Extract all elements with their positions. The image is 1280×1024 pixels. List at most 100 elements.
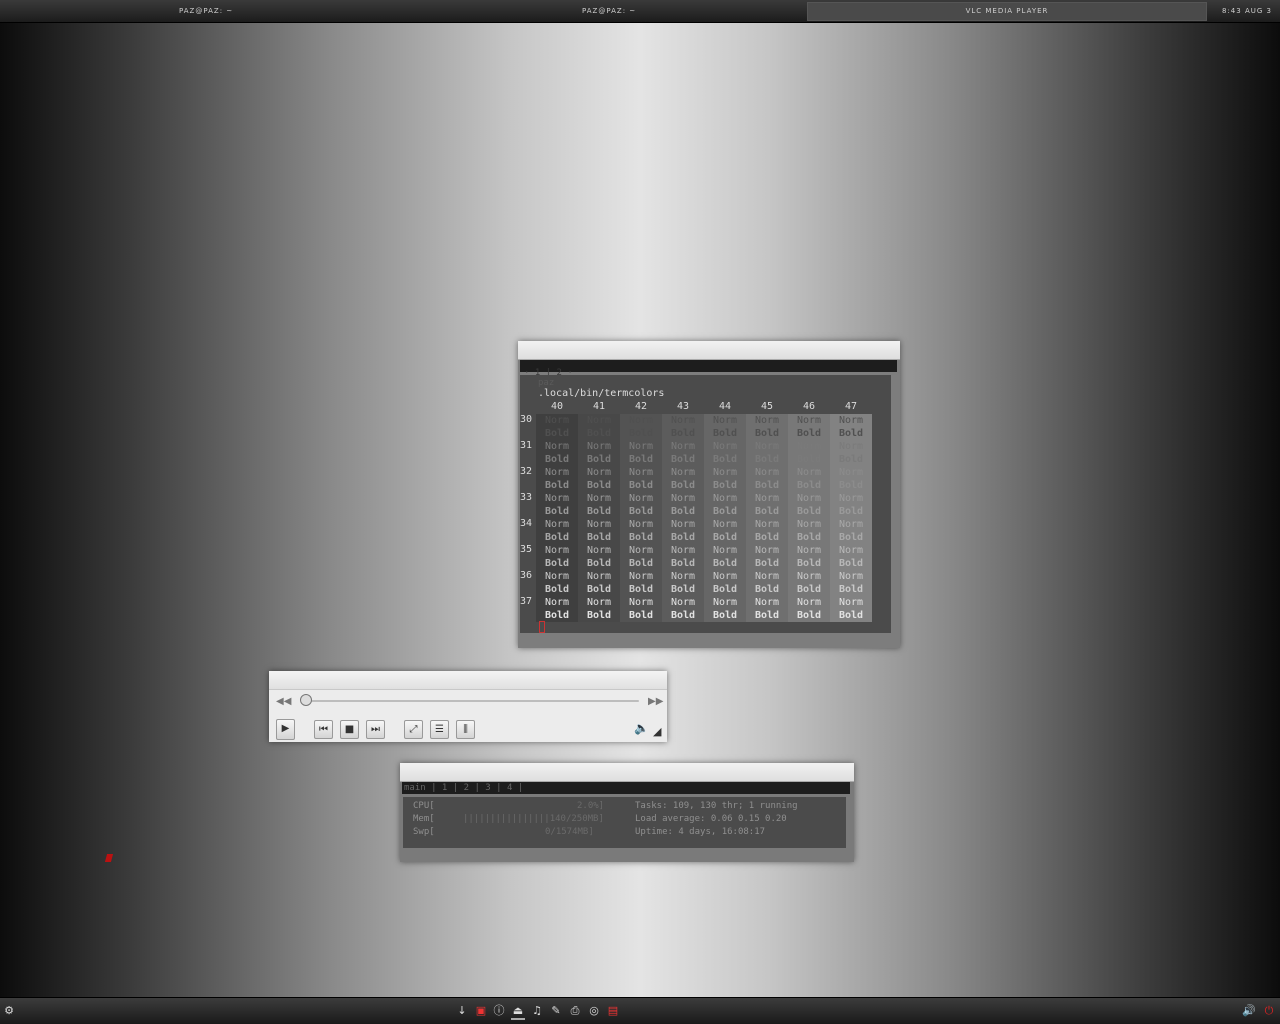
bold-sample: Bold [670,610,696,621]
norm-sample: Norm [670,493,696,504]
volume-slider[interactable]: ◢ [653,725,661,738]
bg-header: 40 [550,401,564,412]
seek-handle[interactable] [300,694,312,706]
info-icon[interactable]: ⓘ [492,1004,506,1018]
download-icon[interactable]: ↓ [455,1004,469,1018]
norm-sample: Norm [586,597,612,608]
previous-button[interactable]: ⏮ [314,720,333,739]
bold-sample: Bold [586,584,612,595]
mem-label: Mem[ [413,814,435,824]
norm-sample: Norm [586,441,612,452]
next-icon: ⏭ [371,724,380,735]
vlc-window[interactable]: ◀◀ ▶▶ ▶ ⏮ ■ ⏭ ⤢ ☰ ⫼ 🔈 ◢ [269,671,667,742]
norm-sample: Norm [712,519,738,530]
htop-tabs[interactable]: main | 1 | 2 | 3 | 4 | [404,783,523,793]
norm-sample: Norm [712,441,738,452]
equalizer-button[interactable]: ⫼ [456,720,475,739]
bold-sample: Bold [754,610,780,621]
norm-sample: Norm [586,571,612,582]
bg-header: 44 [718,401,732,412]
play-button[interactable]: ▶ [276,719,295,740]
bold-sample: Bold [628,532,654,543]
clock[interactable]: 8:43 AUG 3 [1222,7,1272,15]
norm-sample: Norm [544,441,570,452]
bold-sample: Bold [586,610,612,621]
bold-sample: Bold [586,428,612,439]
pen-icon[interactable]: ✎ [549,1004,563,1018]
htop-window[interactable]: main | 1 | 2 | 3 | 4 | CPU[ 2.0%] Mem[ |… [400,763,854,862]
bold-sample: Bold [586,506,612,517]
bold-sample: Bold [670,454,696,465]
bold-sample: Bold [544,558,570,569]
norm-sample: Norm [670,571,696,582]
vlc-launcher-icon[interactable]: ⏏ [511,1004,525,1020]
bold-sample: Bold [796,558,822,569]
fast-forward-icon[interactable]: ▶▶ [648,696,663,707]
taskbar-item-terminal-1[interactable]: PAZ@PAZ: ~ [179,7,233,15]
norm-sample: Norm [712,571,738,582]
norm-sample: Norm [712,597,738,608]
uptime: Uptime: 4 days, 16:08:17 [635,827,766,837]
bold-sample: Bold [796,610,822,621]
bg-header: 41 [592,401,606,412]
top-panel: PAZ@PAZ: ~ PAZ@PAZ: ~ VLC MEDIA PLAYER 8… [0,0,1280,23]
stop-icon: ■ [344,724,355,735]
browser-icon[interactable]: ◎ [587,1004,601,1018]
bold-sample: Bold [712,558,738,569]
norm-sample: Norm [586,545,612,556]
cpu-label: CPU[ [413,801,435,811]
printer-icon[interactable]: ⎙ [568,1004,582,1018]
taskbar-item-vlc[interactable]: VLC MEDIA PLAYER [807,2,1207,21]
norm-sample: Norm [838,467,864,478]
record-icon[interactable]: ▣ [474,1004,488,1018]
bold-sample: Bold [754,428,780,439]
menu-icon[interactable]: ⚙ [2,1004,16,1018]
fg-row-label: 36 [520,570,533,581]
music-icon[interactable]: ♫ [530,1004,544,1018]
norm-sample: Norm [838,493,864,504]
power-icon[interactable]: ⏻ [1262,1004,1276,1018]
app-icon[interactable]: ▤ [606,1004,620,1018]
norm-sample: Norm [586,493,612,504]
volume-icon[interactable]: 🔈 [634,721,649,735]
bold-sample: Bold [628,480,654,491]
bold-sample: Bold [670,506,696,517]
norm-sample: Norm [796,597,822,608]
rewind-icon[interactable]: ◀◀ [276,696,291,707]
bold-sample: Bold [796,584,822,595]
fg-row-label: 37 [520,596,533,607]
htop-tabbar[interactable]: main | 1 | 2 | 3 | 4 | [402,782,850,794]
bold-sample: Bold [796,480,822,491]
bold-sample: Bold [712,584,738,595]
norm-sample: Norm [754,597,780,608]
bold-sample: Bold [628,428,654,439]
norm-sample: Norm [670,597,696,608]
norm-sample: Norm [754,467,780,478]
htop-screen[interactable]: CPU[ 2.0%] Mem[ ||||||||||||||||140/250M… [403,797,846,848]
mouse-pointer-icon [104,854,114,862]
norm-sample: Norm [628,493,654,504]
bold-sample: Bold [796,506,822,517]
stop-button[interactable]: ■ [340,720,359,739]
norm-sample: Norm [754,571,780,582]
bg-header: 43 [676,401,690,412]
terminal-window[interactable]: · 1 | 2 · paz .local/bin/termcolors 40 41… [518,341,900,648]
bold-sample: Bold [754,532,780,543]
fg-row-label: 34 [520,518,533,529]
bold-sample: Bold [628,506,654,517]
volume-tray-icon[interactable]: 🔊 [1242,1004,1256,1018]
taskbar-item-terminal-2[interactable]: PAZ@PAZ: ~ [582,7,636,15]
terminal-screen[interactable]: paz .local/bin/termcolors 40 41 42 43 44 45 46… [520,375,891,633]
htop-titlebar[interactable] [400,763,854,782]
norm-sample: Norm [796,415,822,426]
fullscreen-button[interactable]: ⤢ [404,720,423,739]
terminal-titlebar[interactable] [518,341,900,360]
seek-slider[interactable] [307,700,639,702]
next-button[interactable]: ⏭ [366,720,385,739]
terminal-tabbar: · 1 | 2 · [520,360,897,378]
norm-sample: Norm [670,519,696,530]
playlist-button[interactable]: ☰ [430,720,449,739]
bold-sample: Bold [670,480,696,491]
bold-sample: Bold [670,584,696,595]
vlc-titlebar[interactable] [269,671,667,690]
